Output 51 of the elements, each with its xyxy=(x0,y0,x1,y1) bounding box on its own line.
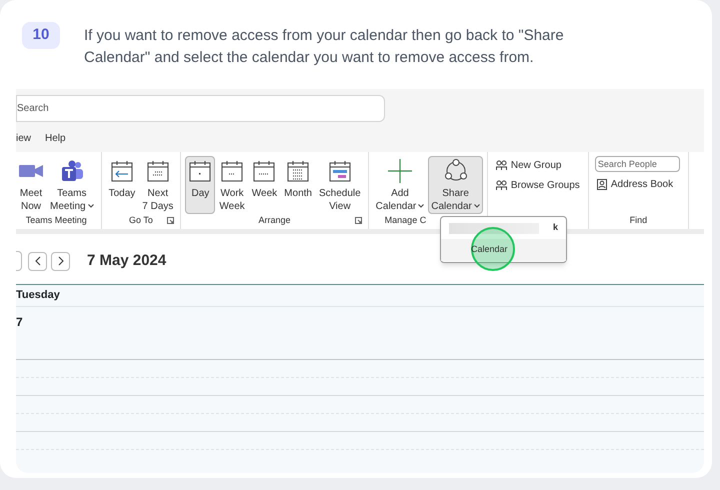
group-label: Go To xyxy=(129,214,153,227)
day-header: Tuesday xyxy=(16,285,704,307)
group-label: Manage C xyxy=(384,214,426,227)
search-field[interactable]: Search xyxy=(16,95,385,122)
people-icon xyxy=(60,159,84,183)
calendar-icon xyxy=(220,159,244,183)
group-label: Arrange xyxy=(258,214,291,227)
ribbon-button[interactable]: Add Calendar xyxy=(372,156,428,214)
calendar-icon xyxy=(328,159,352,183)
ribbon-button[interactable]: Teams Meeting xyxy=(47,156,97,214)
group-button[interactable]: New Group xyxy=(496,158,580,173)
ribbon-button[interactable]: Next 7 Days xyxy=(139,156,176,214)
chevron-right-icon xyxy=(58,256,64,266)
address-book-button[interactable]: Address Book xyxy=(594,177,682,192)
step-number: 10 xyxy=(22,22,60,49)
launcher-icon[interactable] xyxy=(354,217,362,224)
calendar-icon xyxy=(188,159,212,183)
ribbon-button[interactable]: Week xyxy=(248,156,280,214)
current-date: 7 May 2024 xyxy=(87,250,166,271)
ribbon-button[interactable]: Today xyxy=(106,156,138,214)
day-number: 7 xyxy=(16,307,704,360)
caret-icon xyxy=(474,204,480,208)
group-icon xyxy=(496,180,507,191)
calendar-icon xyxy=(146,159,170,183)
caret-icon xyxy=(88,204,94,208)
chevron-left-icon xyxy=(34,256,40,266)
group-label: Teams Meeting xyxy=(26,214,87,227)
calendar-icon xyxy=(286,159,310,183)
calendar-arrow-icon xyxy=(110,159,134,183)
group-button[interactable]: Browse Groups xyxy=(496,178,580,193)
ribbon-button[interactable]: Month xyxy=(281,156,315,214)
ribbon-button[interactable]: Share Calendar xyxy=(428,156,483,214)
calendar-icon xyxy=(252,159,276,183)
step-instruction: If you want to remove access from your calendar then go back to "Share Calendar" and select the calendar you want to remove access from. xyxy=(84,26,565,68)
ribbon-button[interactable]: Meet Now xyxy=(16,156,46,214)
ribbon-button[interactable]: Schedule View xyxy=(316,156,364,214)
previous-button[interactable] xyxy=(28,252,47,270)
menu-tab[interactable]: Help xyxy=(45,130,66,146)
people-search-field[interactable]: Search People xyxy=(594,156,680,172)
contact-card-icon xyxy=(596,179,607,190)
group-label: Find xyxy=(630,214,648,227)
group-icon xyxy=(496,160,507,171)
share-icon xyxy=(444,159,468,183)
menu-tab[interactable]: iew xyxy=(16,130,32,146)
caret-icon xyxy=(418,204,424,208)
ribbon-button[interactable]: Work Week xyxy=(216,156,248,214)
ribbon-button[interactable]: Day xyxy=(185,156,216,214)
menu-item-text: k xyxy=(552,221,558,234)
next-button[interactable] xyxy=(51,252,70,270)
launcher-icon[interactable] xyxy=(167,217,174,224)
plus-icon xyxy=(388,159,412,183)
